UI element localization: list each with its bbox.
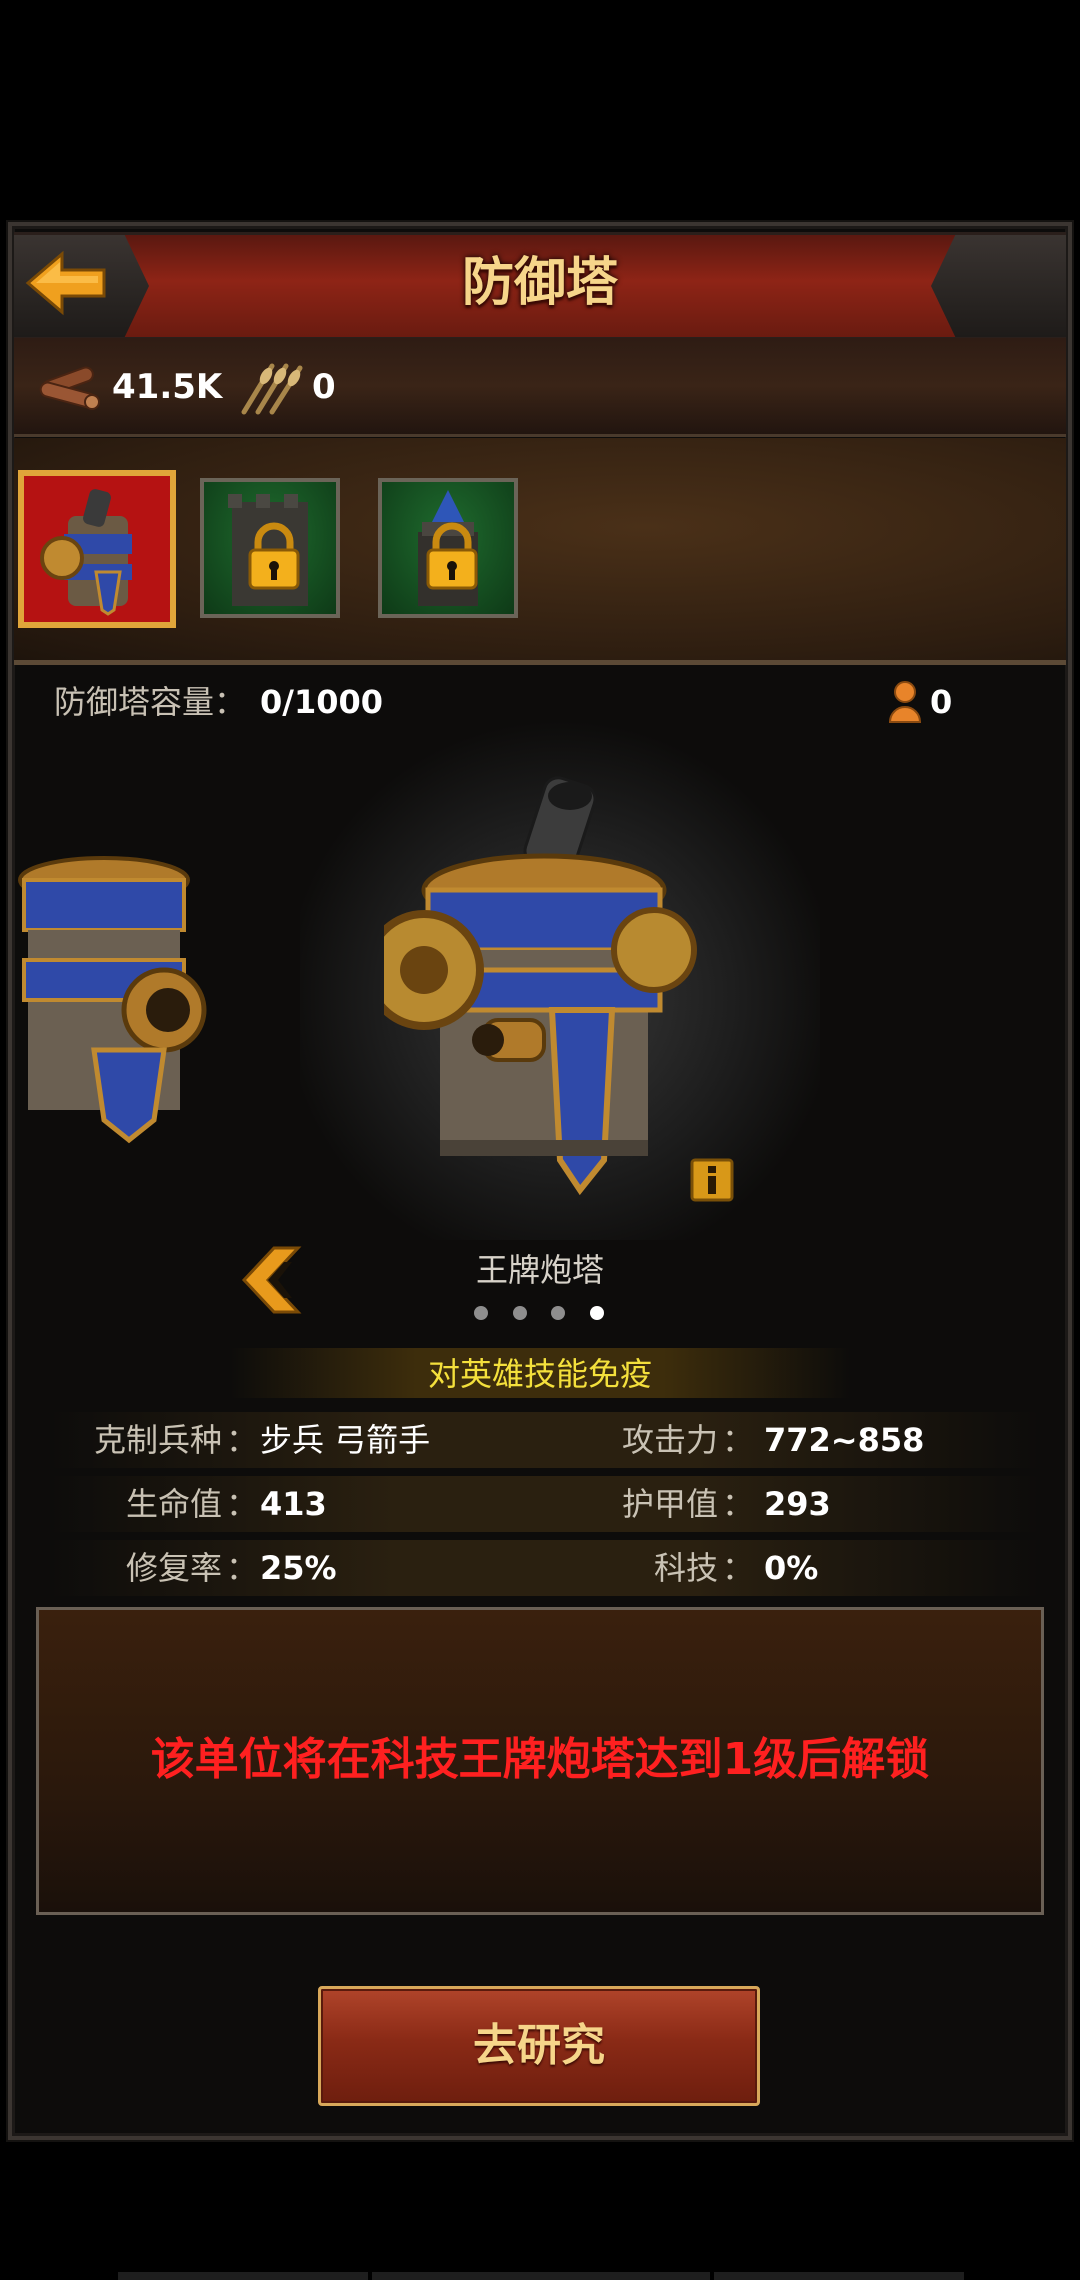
bottom-tab[interactable] <box>372 2272 710 2280</box>
page-dot[interactable] <box>474 1306 488 1320</box>
colon: ： <box>722 1549 755 1587</box>
lock-icon <box>246 522 302 592</box>
wood-amount: 41.5K <box>112 367 223 407</box>
info-icon <box>690 1158 734 1202</box>
page-title: 防御塔 <box>461 253 618 313</box>
tower-name: 王牌炮塔 <box>475 1251 604 1289</box>
immunity-text: 对英雄技能免疫 <box>427 1355 652 1393</box>
cannon-tower-icon <box>40 489 132 616</box>
counter-value: 步兵 弓箭手 <box>260 1421 431 1459</box>
page-dot[interactable] <box>551 1306 566 1320</box>
wood-icon <box>36 360 106 416</box>
research-button-label: 去研究 <box>473 2020 605 2071</box>
hp-label: 生命值 <box>125 1485 222 1523</box>
colon: ： <box>226 1485 259 1523</box>
colon: ： <box>722 1421 755 1459</box>
bottom-tab[interactable] <box>118 2272 368 2280</box>
counter-label: 克制兵种 <box>93 1421 222 1459</box>
capacity-label: 防御塔容量： <box>54 683 247 721</box>
hero-icon <box>888 680 922 724</box>
wheat-amount: 0 <box>312 367 336 407</box>
lock-icon <box>424 522 480 592</box>
tower-thumb-cannon[interactable] <box>18 470 176 628</box>
page-dot[interactable] <box>512 1306 527 1320</box>
armor-label: 护甲值 <box>621 1485 718 1523</box>
pagination-dots <box>474 1306 604 1322</box>
hp-value: 413 <box>260 1485 327 1523</box>
cannon-tower-image <box>364 770 704 1200</box>
colon: ： <box>226 1549 259 1587</box>
hero-count: 0 <box>930 683 953 721</box>
unlock-message: 该单位将在科技王牌炮塔达到1级后解锁 <box>150 1734 930 1785</box>
colon: ： <box>722 1485 755 1523</box>
info-button[interactable] <box>690 1158 734 1202</box>
page-dot-active[interactable] <box>589 1306 604 1320</box>
attack-label: 攻击力 <box>621 1421 718 1459</box>
colon: ： <box>226 1421 259 1459</box>
wheat-icon <box>236 358 306 418</box>
repair-label: 修复率 <box>125 1549 222 1587</box>
attack-value: 772~858 <box>764 1421 925 1459</box>
tech-value: 0% <box>764 1549 819 1587</box>
bottom-tab[interactable] <box>714 2272 964 2280</box>
tech-label: 科技 <box>653 1549 718 1587</box>
previous-tower-preview[interactable] <box>14 850 214 1150</box>
repair-value: 25% <box>260 1549 337 1587</box>
armor-value: 293 <box>764 1485 831 1523</box>
